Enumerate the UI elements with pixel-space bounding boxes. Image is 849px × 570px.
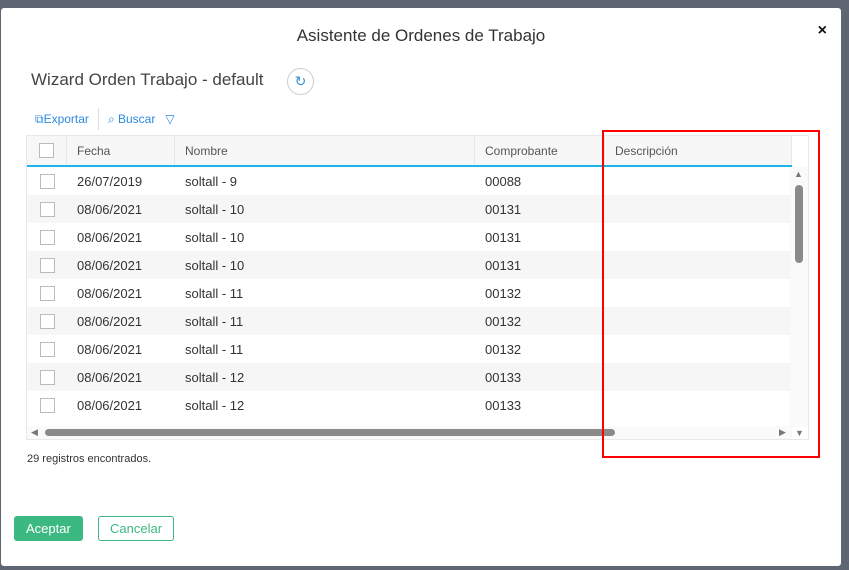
- export-button[interactable]: ⧉Exportar: [35, 112, 89, 127]
- cell-comprobante: 00133: [485, 369, 522, 385]
- cell-fecha: 08/06/2021: [77, 397, 143, 413]
- row-checkbox[interactable]: [39, 173, 55, 189]
- cell-comprobante: 00132: [485, 285, 522, 301]
- column-header-comprobante[interactable]: Comprobante: [475, 136, 605, 165]
- cell-comprobante: 00132: [485, 313, 522, 329]
- cell-fecha: 08/06/2021: [77, 285, 143, 301]
- row-checkbox[interactable]: [39, 229, 55, 245]
- cell-nombre: soltall - 9: [185, 173, 238, 189]
- cell-fecha: 08/06/2021: [77, 257, 143, 273]
- search-button[interactable]: ⌕ Buscar: [108, 112, 155, 127]
- cell-nombre: soltall - 12: [185, 397, 245, 413]
- row-checkbox[interactable]: [39, 201, 55, 217]
- toolbar: ⧉Exportar ⌕ Buscar ▽: [35, 108, 175, 130]
- select-all-checkbox[interactable]: [39, 143, 54, 158]
- search-icon: ⌕: [107, 111, 118, 126]
- cell-comprobante: 00133: [485, 397, 522, 413]
- scroll-left-icon[interactable]: ◀: [31, 427, 38, 438]
- record-count: 29 registros encontrados.: [27, 453, 152, 465]
- cell-fecha: 08/06/2021: [77, 313, 143, 329]
- scrollbar-thumb[interactable]: [45, 429, 615, 436]
- cell-nombre: soltall - 10: [185, 229, 245, 245]
- row-checkbox[interactable]: [39, 397, 55, 413]
- accept-button[interactable]: Aceptar: [14, 516, 83, 541]
- page-title: Wizard Orden Trabajo - default: [31, 70, 264, 89]
- cell-comprobante: 00088: [485, 173, 522, 189]
- cell-nombre: soltall - 10: [185, 257, 245, 273]
- cell-comprobante: 00131: [485, 257, 522, 273]
- cell-fecha: 08/06/2021: [77, 341, 143, 357]
- dialog-title: Asistente de Ordenes de Trabajo: [296, 26, 546, 45]
- column-header-nombre[interactable]: Nombre: [175, 136, 475, 165]
- cell-comprobante: 00131: [485, 229, 522, 245]
- divider: [97, 108, 99, 130]
- row-checkbox[interactable]: [39, 257, 55, 273]
- cell-comprobante: 00132: [485, 341, 522, 357]
- cell-fecha: 08/06/2021: [77, 201, 143, 217]
- cell-fecha: 26/07/2019: [77, 173, 143, 189]
- row-checkbox[interactable]: [39, 313, 55, 329]
- cell-fecha: 08/06/2021: [77, 229, 143, 245]
- external-link-icon: ⧉: [35, 111, 44, 126]
- row-checkbox[interactable]: [39, 285, 55, 301]
- cell-nombre: soltall - 11: [185, 341, 244, 357]
- cell-nombre: soltall - 10: [185, 201, 245, 217]
- row-checkbox[interactable]: [39, 369, 55, 385]
- cell-nombre: soltall - 12: [185, 369, 245, 385]
- row-checkbox[interactable]: [39, 341, 55, 357]
- refresh-icon[interactable]: ↻: [287, 68, 314, 95]
- cell-nombre: soltall - 11: [185, 313, 244, 329]
- column-header-fecha[interactable]: Fecha: [67, 136, 175, 165]
- cancel-button[interactable]: Cancelar: [98, 516, 175, 541]
- cell-fecha: 08/06/2021: [77, 369, 143, 385]
- close-icon[interactable]: ×: [818, 22, 827, 40]
- filter-icon[interactable]: ▽: [165, 112, 174, 126]
- highlight-annotation: [602, 130, 820, 458]
- cell-comprobante: 00131: [485, 201, 522, 217]
- cell-nombre: soltall - 11: [185, 285, 244, 301]
